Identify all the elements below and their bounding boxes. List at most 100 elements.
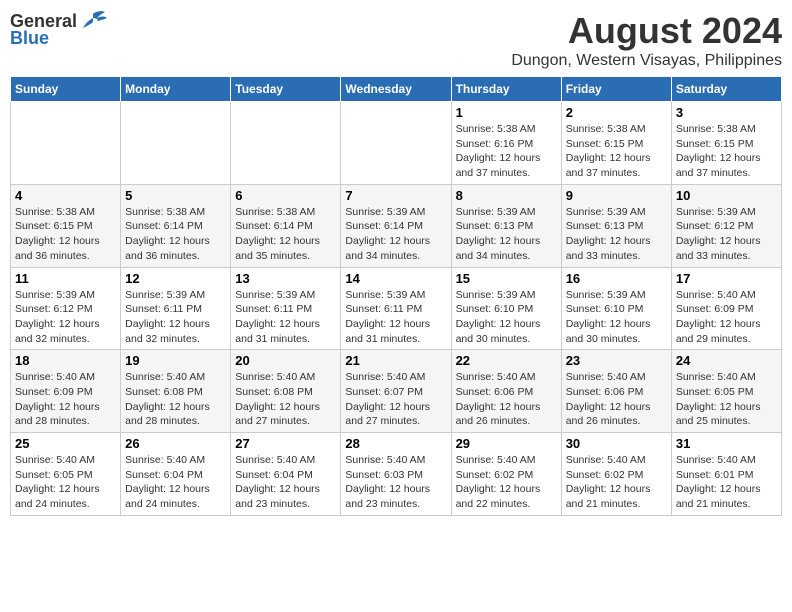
calendar-cell: 17Sunrise: 5:40 AM Sunset: 6:09 PM Dayli… <box>671 267 781 350</box>
day-info: Sunrise: 5:40 AM Sunset: 6:05 PM Dayligh… <box>15 453 116 512</box>
day-info: Sunrise: 5:40 AM Sunset: 6:09 PM Dayligh… <box>676 288 777 347</box>
calendar-cell: 9 Sunrise: 5:39 AM Sunset: 6:13 PM Daylig… <box>561 184 671 267</box>
calendar-cell: 22Sunrise: 5:40 AM Sunset: 6:06 PM Dayli… <box>451 350 561 433</box>
day-number: 20 <box>235 353 336 368</box>
day-info: Sunrise: 5:40 AM Sunset: 6:04 PM Dayligh… <box>125 453 226 512</box>
day-number: 13 <box>235 271 336 286</box>
day-info: Sunrise: 5:40 AM Sunset: 6:07 PM Dayligh… <box>345 370 446 429</box>
calendar-week-4: 18 Sunrise: 5:40 AM Sunset: 6:09 PM Dayli… <box>11 350 782 433</box>
day-number: 12 <box>125 271 226 286</box>
calendar-cell <box>11 102 121 185</box>
calendar-cell: 23 Sunrise: 5:40 AM Sunset: 6:06 PM Dayli… <box>561 350 671 433</box>
day-info: Sunrise: 5:40 AM Sunset: 6:04 PM Dayligh… <box>235 453 336 512</box>
day-info: Sunrise: 5:39 AM Sunset: 6:12 PM Dayligh… <box>676 205 777 264</box>
weekday-header-thursday: Thursday <box>451 77 561 102</box>
day-info: Sunrise: 5:38 AM Sunset: 6:15 PM Dayligh… <box>566 122 667 181</box>
calendar-header-row: SundayMondayTuesdayWednesdayThursdayFrid… <box>11 77 782 102</box>
day-info: Sunrise: 5:40 AM Sunset: 6:09 PM Dayligh… <box>15 370 116 429</box>
calendar-cell: 18 Sunrise: 5:40 AM Sunset: 6:09 PM Dayli… <box>11 350 121 433</box>
day-number: 23 <box>566 353 667 368</box>
calendar-cell: 20 Sunrise: 5:40 AM Sunset: 6:08 PM Dayli… <box>231 350 341 433</box>
title-area: August 2024 Dungon, Western Visayas, Phi… <box>511 10 782 70</box>
day-info: Sunrise: 5:40 AM Sunset: 6:02 PM Dayligh… <box>456 453 557 512</box>
day-info: Sunrise: 5:40 AM Sunset: 6:03 PM Dayligh… <box>345 453 446 512</box>
day-number: 18 <box>15 353 116 368</box>
day-number: 14 <box>345 271 446 286</box>
calendar-cell: 6 Sunrise: 5:38 AM Sunset: 6:14 PM Daylig… <box>231 184 341 267</box>
day-number: 29 <box>456 436 557 451</box>
calendar-cell: 13Sunrise: 5:39 AM Sunset: 6:11 PM Dayli… <box>231 267 341 350</box>
day-info: Sunrise: 5:40 AM Sunset: 6:08 PM Dayligh… <box>125 370 226 429</box>
day-number: 1 <box>456 105 557 120</box>
day-info: Sunrise: 5:39 AM Sunset: 6:14 PM Dayligh… <box>345 205 446 264</box>
day-number: 2 <box>566 105 667 120</box>
day-info: Sunrise: 5:39 AM Sunset: 6:10 PM Dayligh… <box>566 288 667 347</box>
day-number: 11 <box>15 271 116 286</box>
calendar-cell: 8 Sunrise: 5:39 AM Sunset: 6:13 PM Daylig… <box>451 184 561 267</box>
day-number: 31 <box>676 436 777 451</box>
calendar-cell <box>231 102 341 185</box>
calendar-week-2: 4 Sunrise: 5:38 AM Sunset: 6:15 PM Daylig… <box>11 184 782 267</box>
day-number: 28 <box>345 436 446 451</box>
day-info: Sunrise: 5:38 AM Sunset: 6:16 PM Dayligh… <box>456 122 557 181</box>
calendar-cell: 11 Sunrise: 5:39 AM Sunset: 6:12 PM Dayli… <box>11 267 121 350</box>
calendar-cell: 27 Sunrise: 5:40 AM Sunset: 6:04 PM Dayli… <box>231 433 341 516</box>
day-info: Sunrise: 5:39 AM Sunset: 6:11 PM Dayligh… <box>345 288 446 347</box>
day-info: Sunrise: 5:39 AM Sunset: 6:10 PM Dayligh… <box>456 288 557 347</box>
logo-bird-icon <box>79 10 107 32</box>
day-number: 9 <box>566 188 667 203</box>
day-number: 26 <box>125 436 226 451</box>
month-year-title: August 2024 <box>511 10 782 52</box>
day-info: Sunrise: 5:38 AM Sunset: 6:15 PM Dayligh… <box>15 205 116 264</box>
day-number: 10 <box>676 188 777 203</box>
day-info: Sunrise: 5:38 AM Sunset: 6:15 PM Dayligh… <box>676 122 777 181</box>
calendar-cell: 31 Sunrise: 5:40 AM Sunset: 6:01 PM Dayli… <box>671 433 781 516</box>
day-number: 8 <box>456 188 557 203</box>
weekday-header-sunday: Sunday <box>11 77 121 102</box>
weekday-header-friday: Friday <box>561 77 671 102</box>
day-number: 6 <box>235 188 336 203</box>
day-number: 16 <box>566 271 667 286</box>
day-info: Sunrise: 5:39 AM Sunset: 6:13 PM Dayligh… <box>566 205 667 264</box>
day-number: 21 <box>345 353 446 368</box>
day-info: Sunrise: 5:38 AM Sunset: 6:14 PM Dayligh… <box>125 205 226 264</box>
calendar-cell: 2 Sunrise: 5:38 AM Sunset: 6:15 PM Daylig… <box>561 102 671 185</box>
day-info: Sunrise: 5:38 AM Sunset: 6:14 PM Dayligh… <box>235 205 336 264</box>
day-number: 5 <box>125 188 226 203</box>
weekday-header-wednesday: Wednesday <box>341 77 451 102</box>
day-info: Sunrise: 5:40 AM Sunset: 6:06 PM Dayligh… <box>456 370 557 429</box>
calendar-cell: 10 Sunrise: 5:39 AM Sunset: 6:12 PM Dayli… <box>671 184 781 267</box>
day-number: 3 <box>676 105 777 120</box>
calendar-cell: 21 Sunrise: 5:40 AM Sunset: 6:07 PM Dayli… <box>341 350 451 433</box>
calendar-table: SundayMondayTuesdayWednesdayThursdayFrid… <box>10 76 782 516</box>
day-number: 25 <box>15 436 116 451</box>
calendar-cell <box>341 102 451 185</box>
logo: General Blue <box>10 10 107 49</box>
calendar-cell: 25 Sunrise: 5:40 AM Sunset: 6:05 PM Dayli… <box>11 433 121 516</box>
calendar-week-5: 25 Sunrise: 5:40 AM Sunset: 6:05 PM Dayli… <box>11 433 782 516</box>
calendar-cell: 7Sunrise: 5:39 AM Sunset: 6:14 PM Daylig… <box>341 184 451 267</box>
day-info: Sunrise: 5:40 AM Sunset: 6:01 PM Dayligh… <box>676 453 777 512</box>
weekday-header-tuesday: Tuesday <box>231 77 341 102</box>
day-info: Sunrise: 5:40 AM Sunset: 6:05 PM Dayligh… <box>676 370 777 429</box>
calendar-cell <box>121 102 231 185</box>
day-number: 27 <box>235 436 336 451</box>
page-header: General Blue August 2024 Dungon, Western… <box>10 10 782 70</box>
calendar-cell: 3 Sunrise: 5:38 AM Sunset: 6:15 PM Daylig… <box>671 102 781 185</box>
calendar-cell: 30Sunrise: 5:40 AM Sunset: 6:02 PM Dayli… <box>561 433 671 516</box>
calendar-cell: 28 Sunrise: 5:40 AM Sunset: 6:03 PM Dayli… <box>341 433 451 516</box>
day-info: Sunrise: 5:40 AM Sunset: 6:06 PM Dayligh… <box>566 370 667 429</box>
day-number: 4 <box>15 188 116 203</box>
day-info: Sunrise: 5:39 AM Sunset: 6:13 PM Dayligh… <box>456 205 557 264</box>
weekday-header-saturday: Saturday <box>671 77 781 102</box>
calendar-cell: 26 Sunrise: 5:40 AM Sunset: 6:04 PM Dayli… <box>121 433 231 516</box>
calendar-cell: 4 Sunrise: 5:38 AM Sunset: 6:15 PM Daylig… <box>11 184 121 267</box>
day-number: 24 <box>676 353 777 368</box>
location-subtitle: Dungon, Western Visayas, Philippines <box>511 52 782 70</box>
day-info: Sunrise: 5:39 AM Sunset: 6:12 PM Dayligh… <box>15 288 116 347</box>
calendar-cell: 16 Sunrise: 5:39 AM Sunset: 6:10 PM Dayli… <box>561 267 671 350</box>
calendar-cell: 12Sunrise: 5:39 AM Sunset: 6:11 PM Dayli… <box>121 267 231 350</box>
calendar-cell: 19Sunrise: 5:40 AM Sunset: 6:08 PM Dayli… <box>121 350 231 433</box>
weekday-header-monday: Monday <box>121 77 231 102</box>
day-info: Sunrise: 5:40 AM Sunset: 6:08 PM Dayligh… <box>235 370 336 429</box>
